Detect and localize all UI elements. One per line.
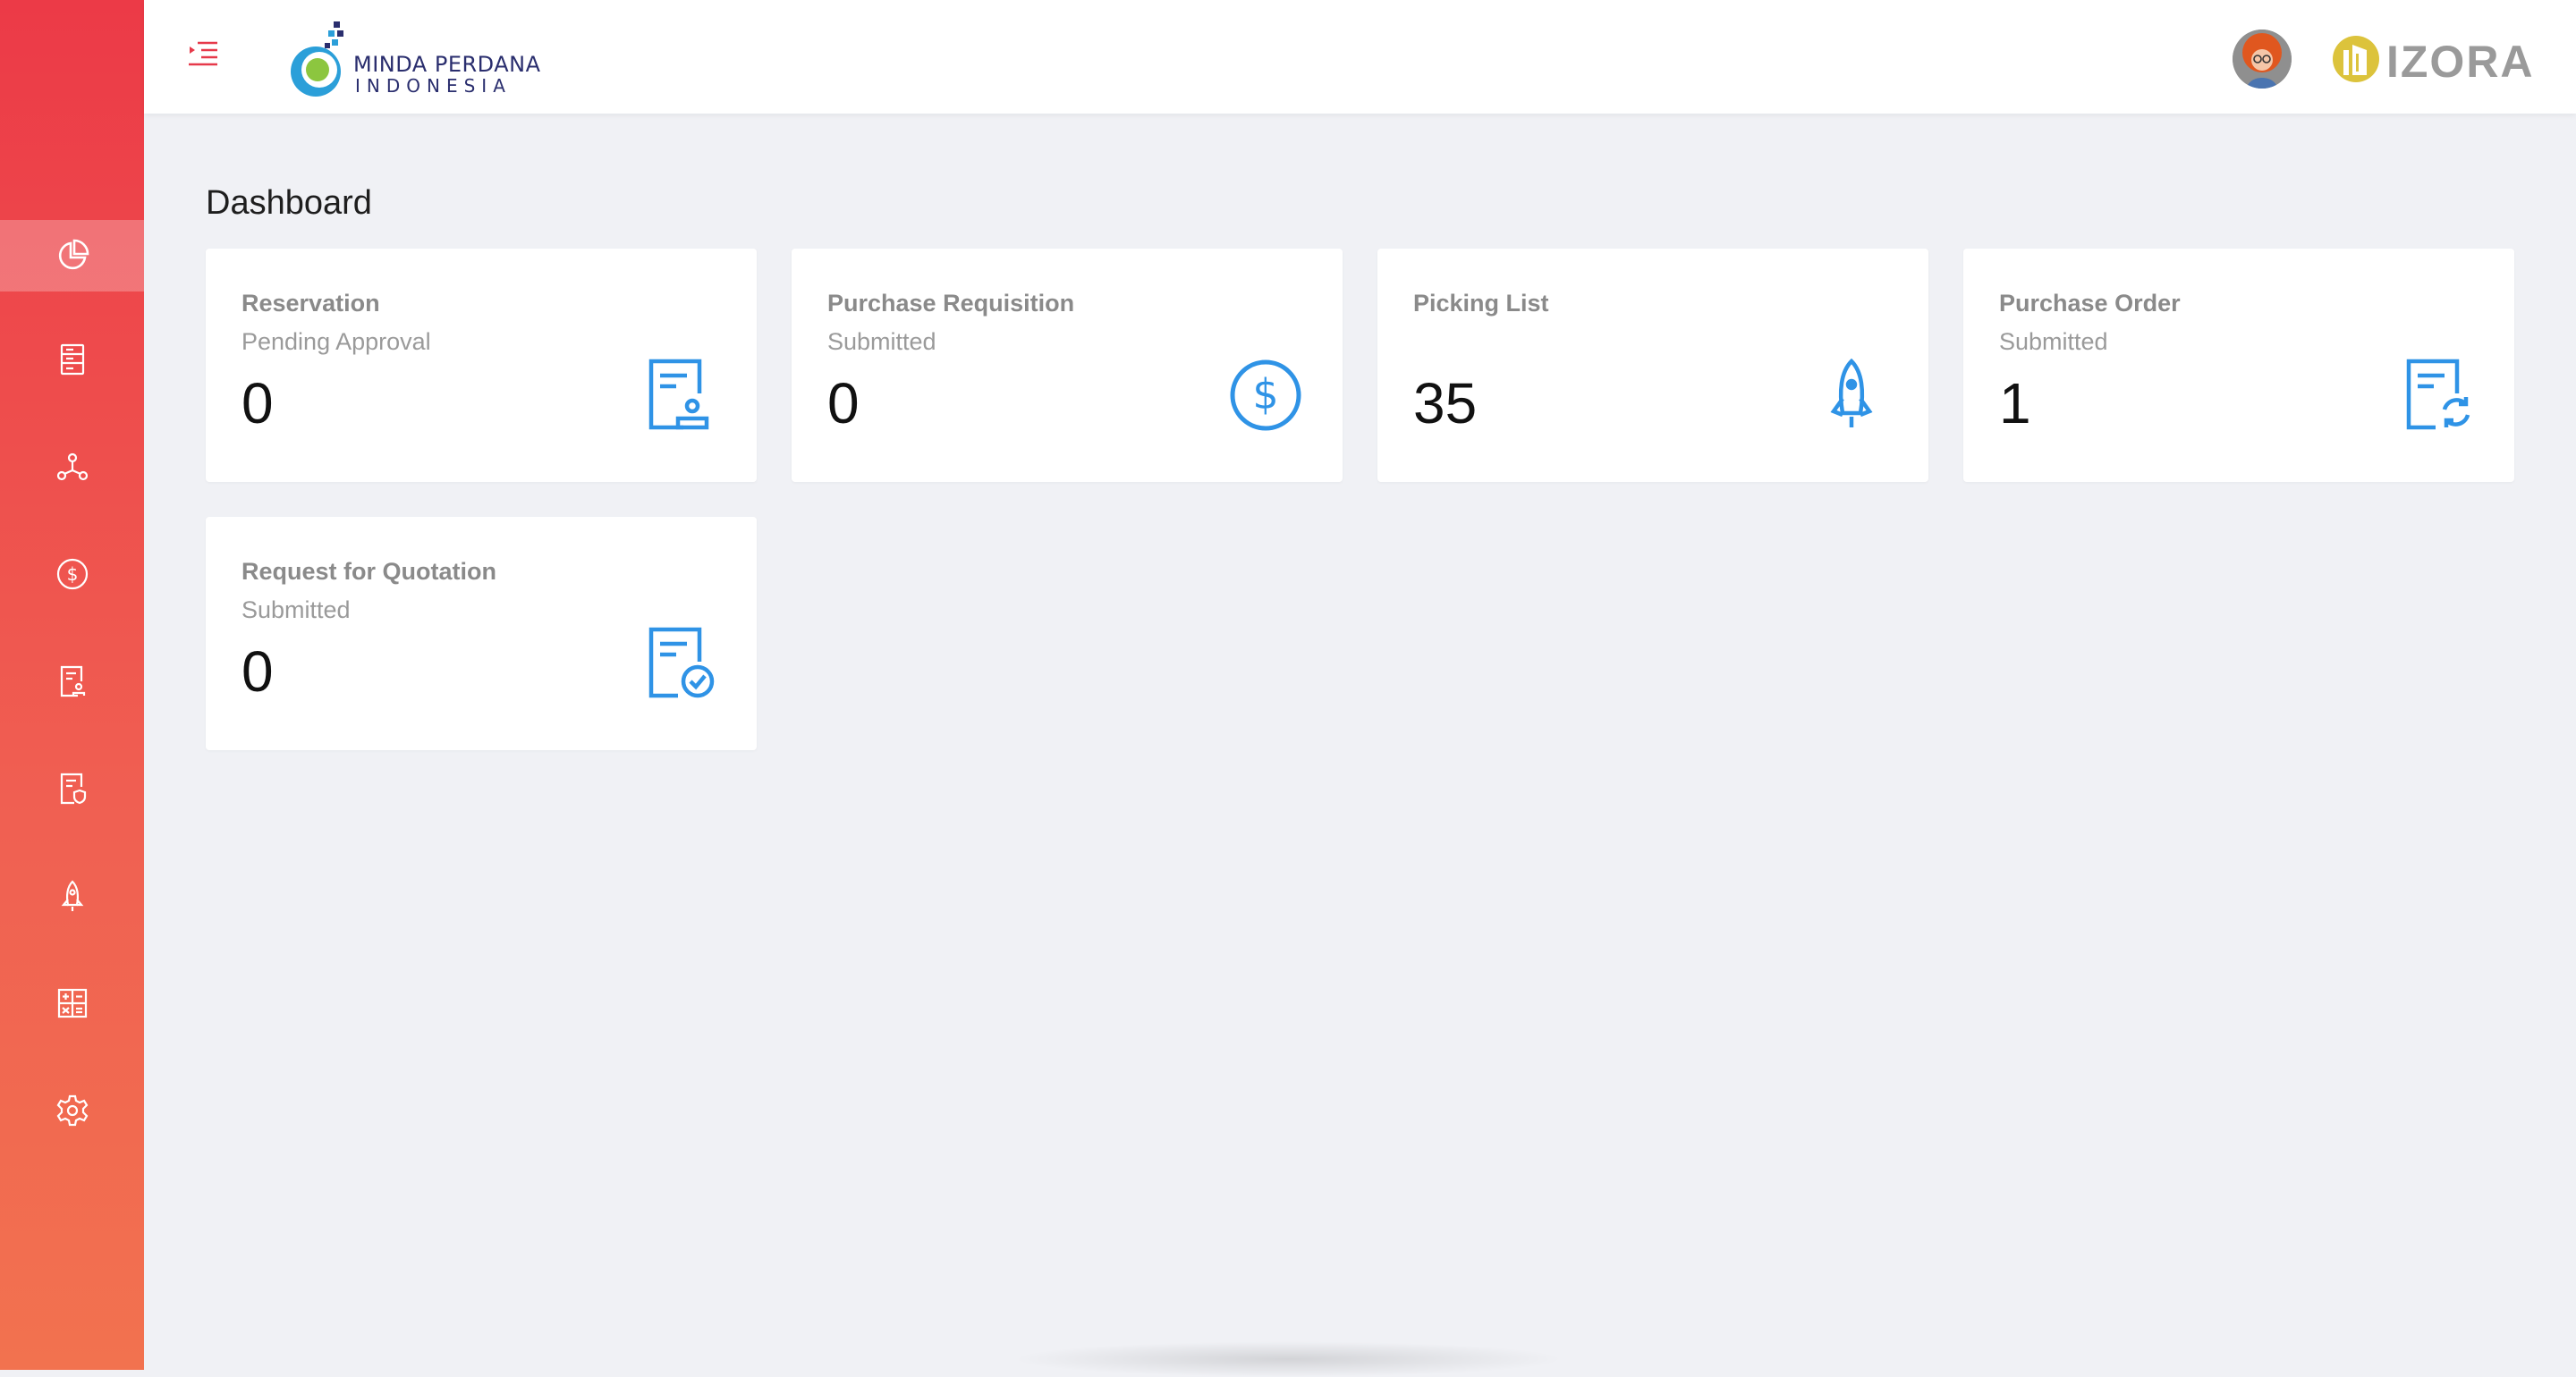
card-purchase-requisition[interactable]: Purchase Requisition Submitted 0 $ [792,249,1343,482]
sidebar: $ [0,0,144,1370]
sidebar-item-network[interactable] [0,431,144,503]
document-refresh-icon [2406,359,2470,430]
card-purchase-order[interactable]: Purchase Order Submitted 1 [1963,249,2514,482]
network-icon [56,452,88,481]
sidebar-item-picking-list[interactable] [0,860,144,932]
sidebar-item-reservation[interactable] [0,646,144,717]
sidebar-item-calculator[interactable] [0,967,144,1039]
document-user-icon [60,665,85,697]
gear-icon [56,1094,88,1127]
avatar[interactable] [2233,30,2292,89]
svg-text:$: $ [66,563,78,585]
rocket-icon [61,880,83,911]
company-name: MINDA PERDANA [353,52,541,77]
user-avatar-icon [2233,30,2292,89]
brand-name: IZORA [2386,37,2535,87]
card-picking-list[interactable]: Picking List 35 [1377,249,1928,482]
card-title: Picking List [1413,290,1549,317]
sidebar-item-approval[interactable] [0,753,144,824]
card-reservation[interactable]: Reservation Pending Approval 0 [206,249,757,482]
sidebar-item-settings[interactable] [0,1075,144,1146]
card-value: 1 [1999,371,2031,435]
card-value: 0 [242,639,274,704]
pie-chart-icon [58,239,89,270]
company-logo-icon [291,21,343,97]
top-bar: MINDA PERDANA INDONESIA IZORA [144,0,2576,114]
card-request-for-quotation[interactable]: Request for Quotation Submitted 0 [206,517,757,750]
card-title: Purchase Order [1999,290,2181,317]
sidebar-item-purchase-requisition[interactable]: $ [0,538,144,610]
document-user-icon [648,359,709,430]
server-list-icon [60,343,84,376]
card-title: Reservation [242,290,380,317]
card-title: Request for Quotation [242,558,496,585]
menu-toggle-icon[interactable] [187,38,219,70]
document-check-icon [648,627,715,698]
page-title: Dashboard [206,184,372,222]
sidebar-item-inventory[interactable] [0,324,144,395]
sidebar-item-dashboard[interactable] [0,220,144,291]
company-name-sub: INDONESIA [355,75,512,97]
card-subtitle: Submitted [242,596,351,623]
svg-text:$: $ [1252,370,1278,418]
dollar-circle-icon: $ [1230,359,1301,431]
card-subtitle: Pending Approval [242,328,431,355]
dollar-circle-icon: $ [56,558,88,590]
rocket-icon [1830,358,1873,427]
card-subtitle: Submitted [1999,328,2108,355]
card-value: 0 [242,371,274,435]
document-shield-icon [60,773,86,805]
card-value: 0 [827,371,860,435]
card-value: 35 [1413,371,1478,435]
izora-logo-icon [2333,36,2379,82]
card-subtitle: Submitted [827,328,936,355]
card-title: Purchase Requisition [827,290,1075,317]
calculator-icon [57,988,87,1018]
bottom-shadow [1011,1341,1565,1377]
